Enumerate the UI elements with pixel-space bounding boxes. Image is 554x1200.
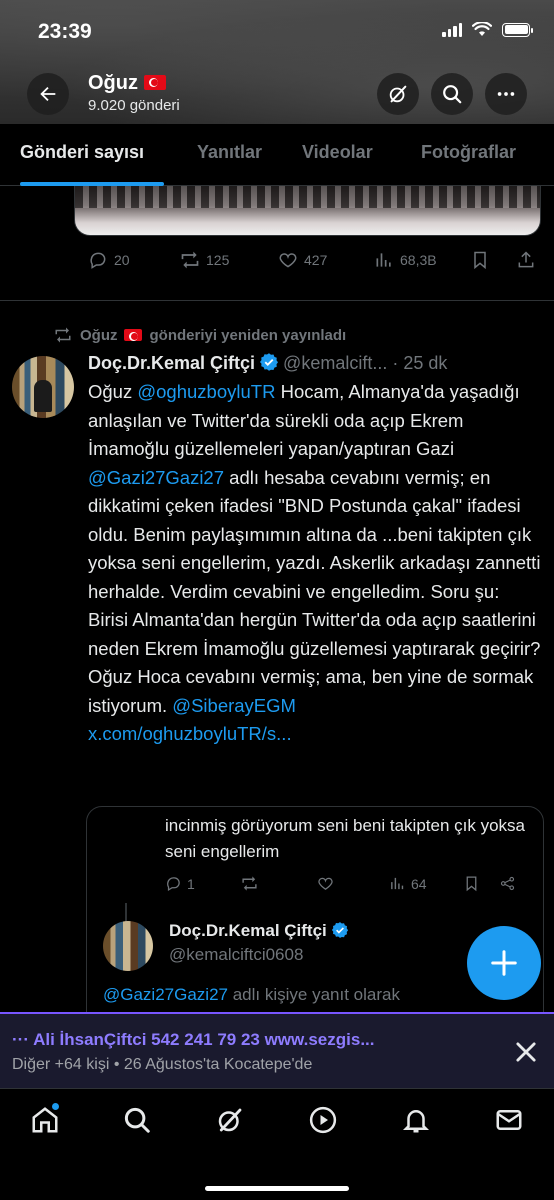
mention-link[interactable]: @SiberayEGM — [172, 695, 296, 716]
share-icon — [518, 251, 534, 268]
post-count: 9.020 gönderi — [88, 97, 180, 114]
quote-reply-context: @Gazi27Gazi27 adlı kişiye yanıt olarak — [103, 985, 400, 1004]
battery-icon — [502, 22, 533, 37]
arrow-left-icon — [40, 86, 56, 102]
signal-icon — [442, 22, 462, 37]
back-button[interactable] — [27, 73, 69, 115]
nav-messages[interactable] — [494, 1105, 524, 1135]
quote-like-button[interactable] — [317, 875, 334, 892]
post-divider — [0, 300, 554, 301]
previous-post-actions: 20 125 427 68,3B — [88, 250, 544, 274]
heart-icon — [279, 253, 297, 268]
author-name[interactable]: Doç.Dr.Kemal Çiftçi — [88, 353, 255, 373]
bookmark-icon — [474, 251, 486, 270]
search-icon — [124, 1107, 150, 1133]
verified-badge-icon — [331, 922, 348, 938]
close-icon[interactable] — [512, 1038, 540, 1066]
reply-icon — [167, 877, 180, 892]
author-avatar[interactable] — [12, 356, 74, 418]
nav-search[interactable] — [122, 1105, 152, 1135]
bookmark-button[interactable] — [470, 250, 490, 270]
tweet-time: · 25 dk — [392, 353, 448, 373]
quote-author-name[interactable]: Doç.Dr.Kemal Çiftçi — [169, 921, 353, 941]
home-indicator — [205, 1186, 349, 1191]
profile-name: Oğuz — [88, 72, 166, 95]
nav-grok[interactable] — [215, 1105, 245, 1135]
previous-post-media[interactable] — [74, 186, 541, 236]
nav-notifications[interactable] — [401, 1105, 431, 1135]
thread-line — [125, 903, 127, 923]
quote-reply-button[interactable]: 1 — [165, 875, 195, 892]
more-icon — [497, 92, 515, 96]
tab-posts[interactable]: Gönderi sayısı — [20, 142, 144, 163]
mention-link[interactable]: @oghuzboyluTR — [137, 381, 275, 402]
status-bar: 23:39 — [0, 0, 554, 60]
bottom-nav — [0, 1088, 554, 1200]
spaces-title: ··· Ali İhsanÇiftci 542 241 79 23 www.se… — [12, 1030, 375, 1049]
turkey-flag-icon — [144, 75, 166, 90]
views-icon — [376, 253, 391, 267]
reply-icon — [90, 252, 106, 269]
quote-share-button[interactable] — [499, 875, 516, 892]
tweet-text: Oğuz @oghuzboyluTR Hocam, Almanya'da yaş… — [88, 381, 541, 744]
grok-button[interactable] — [377, 73, 419, 115]
author-handle[interactable]: @kemalcift... — [283, 353, 387, 373]
plus-icon — [491, 950, 517, 976]
tab-videos[interactable]: Videolar — [302, 142, 373, 163]
profile-header: 23:39 Oğuz 9.020 gönderi — [0, 0, 554, 124]
search-icon — [443, 85, 462, 104]
grok-icon — [218, 1108, 242, 1132]
tweet-author-line: Doç.Dr.Kemal Çiftçi @kemalcift... · 25 dk — [88, 352, 447, 374]
notification-dot — [52, 1103, 59, 1110]
profile-tabs: Gönderi sayısı Yanıtlar Videolar Fotoğra… — [0, 124, 554, 186]
repost-icon — [55, 327, 71, 343]
play-icon — [309, 1106, 337, 1134]
quote-views-button[interactable]: 64 — [389, 875, 427, 892]
quote-bookmark-button[interactable] — [463, 875, 480, 892]
grok-icon — [389, 85, 407, 103]
like-button[interactable]: 427 — [278, 250, 327, 270]
share-icon — [500, 876, 515, 891]
status-icons — [442, 22, 533, 37]
mention-link[interactable]: @Gazi27Gazi27 — [88, 467, 224, 488]
repost-button[interactable]: 125 — [180, 250, 229, 270]
turkey-flag-icon — [123, 329, 142, 341]
nav-video[interactable] — [308, 1105, 338, 1135]
compose-button[interactable] — [467, 926, 541, 1000]
tab-replies[interactable]: Yanıtlar — [197, 142, 262, 163]
quote-repost-button[interactable] — [241, 875, 258, 892]
quote-actions: 1 64 — [87, 871, 543, 895]
mention-link[interactable]: @Gazi27Gazi27 — [103, 985, 228, 1004]
repost-indicator[interactable]: Oğuz gönderiyi yeniden yayınladı — [54, 326, 346, 344]
repost-icon — [181, 251, 199, 269]
status-time: 23:39 — [38, 20, 92, 43]
search-button[interactable] — [431, 73, 473, 115]
wifi-icon — [472, 22, 492, 36]
reply-button[interactable]: 20 — [88, 250, 130, 270]
heart-icon — [318, 877, 333, 890]
tab-photos[interactable]: Fotoğraflar — [421, 142, 516, 163]
verified-badge-icon — [260, 353, 279, 371]
quote-text: incinmiş görüyorum seni beni takipten çı… — [165, 816, 525, 861]
views-button[interactable]: 68,3B — [374, 250, 437, 270]
bell-icon — [402, 1110, 430, 1133]
share-button[interactable] — [516, 250, 536, 270]
quote-author-handle[interactable]: @kemalciftci0608 — [169, 945, 303, 965]
spaces-subtitle: Diğer +64 kişi • 26 Ağustos'ta Kocatepe'… — [12, 1056, 313, 1073]
more-button[interactable] — [485, 73, 527, 115]
quote-author-avatar[interactable] — [103, 921, 153, 971]
repost-icon — [242, 876, 257, 891]
url-link[interactable]: x.com/oghuzboyluTR/s... — [88, 723, 292, 744]
bookmark-icon — [466, 876, 477, 892]
views-icon — [391, 877, 404, 890]
mail-icon — [496, 1110, 522, 1130]
spaces-dock[interactable]: ··· Ali İhsanÇiftci 542 241 79 23 www.se… — [0, 1012, 554, 1088]
quoted-tweet[interactable]: ·· ·· ·· ·· incinmiş görüyorum seni beni… — [86, 806, 544, 1036]
